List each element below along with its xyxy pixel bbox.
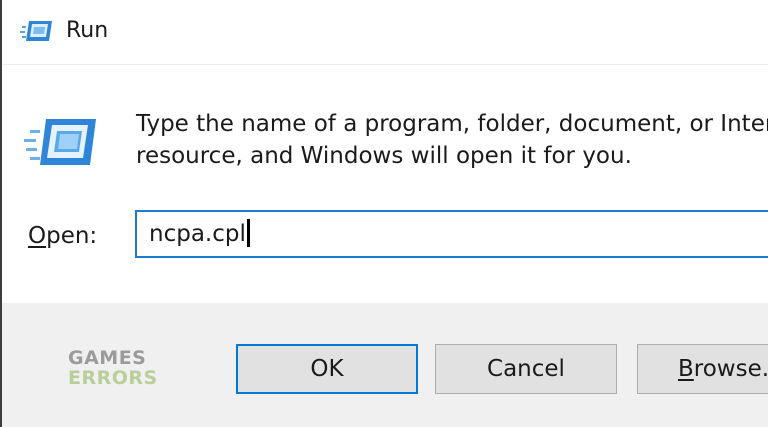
title-bar[interactable]: Run: [2, 0, 768, 65]
open-input[interactable]: ncpa.cpl: [135, 210, 768, 258]
browse-button[interactable]: Browse...: [637, 344, 768, 394]
games-errors-watermark: GAMES ERRORS: [68, 347, 158, 389]
run-dialog: Run Type the name of a program, folder, …: [0, 0, 768, 427]
dialog-description: Type the name of a program, folder, docu…: [136, 108, 768, 172]
description-line: resource, and Windows will open it for y…: [136, 143, 632, 169]
open-label-text: pen:: [46, 223, 98, 249]
browse-label: rowse...: [693, 356, 768, 382]
open-input-value: ncpa.cpl: [149, 221, 246, 247]
run-icon: [20, 18, 54, 44]
window-title: Run: [66, 18, 109, 43]
watermark-line: ERRORS: [68, 367, 158, 389]
run-icon: [24, 114, 98, 170]
watermark-line: GAMES: [68, 347, 147, 369]
browse-accelerator: B: [678, 356, 694, 382]
ok-button[interactable]: OK: [236, 344, 418, 394]
cancel-button[interactable]: Cancel: [435, 344, 617, 394]
open-label-accelerator: O: [28, 223, 47, 249]
description-line: Type the name of a program, folder, docu…: [136, 111, 768, 137]
open-label: Open:: [28, 220, 97, 252]
text-caret: [246, 218, 250, 247]
